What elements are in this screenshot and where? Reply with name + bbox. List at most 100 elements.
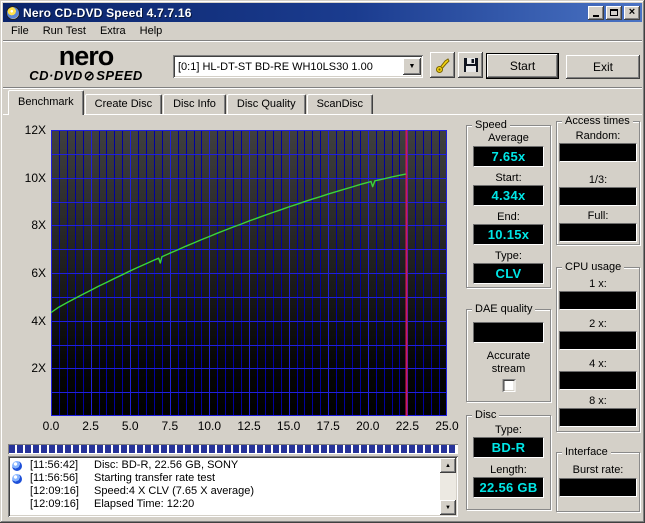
log-time: [11:56:56] [30,472,79,484]
speed-average-label: Average [488,132,529,144]
log-row: [12:09:16] Speed:4 X CLV (7.65 X average… [12,485,456,498]
access-random-label: Random: [575,130,621,142]
save-button[interactable] [458,52,483,78]
nero-logo: nero CD·DVD⊘SPEED [11,43,161,83]
app-window: Nero CD-DVD Speed 4.7.7.16 × File Run Te… [0,0,645,523]
title-bar: Nero CD-DVD Speed 4.7.7.16 × [3,3,642,22]
speed-panel-title: Speed [472,119,510,131]
drive-select-value: [0:1] HL-DT-ST BD-RE WH10LS30 1.00 [178,60,373,73]
cpu-1x-label: 1 x: [589,278,607,290]
x-axis-tick-label: 5.0 [121,419,139,433]
speed-start-display: 4.34x [473,185,544,206]
access-third-display [559,187,637,206]
benchmark-chart: 12X 10X 8X 6X 4X 2X 0.0 2.5 5.0 7.5 10.0 12.5 15.0 1… [0,115,462,445]
disc-type-label: Type: [495,424,522,436]
accurate-stream-label-1: Accurate [486,350,531,362]
speed-panel: Speed Average 7.65x Start: 4.34x End: 10… [466,119,551,288]
menu-help[interactable]: Help [133,23,170,39]
dae-quality-panel-title: DAE quality [472,303,536,315]
log-row: [11:56:56] Starting transfer rate test [12,472,456,485]
access-random-display [559,143,637,162]
disc-type-display: BD-R [473,437,544,458]
burst-rate-display [559,478,637,497]
speed-end-display: 10.15x [473,224,544,245]
info-icon [12,473,22,484]
x-axis-tick-label: 15.0 [276,419,301,433]
transfer-rate-plot [51,130,447,416]
y-axis-tick-label: 12X [24,123,46,137]
accurate-stream-checkbox[interactable] [502,379,515,392]
access-times-panel-title: Access times [562,115,633,127]
tab-strip: Benchmark Create Disc Disc Info Disc Qua… [8,90,374,115]
log-text: Elapsed Time: 12:20 [94,498,195,510]
test-progress-bar [8,444,458,454]
app-disc-icon [6,5,20,20]
x-axis-tick-label: 17.5 [316,419,340,433]
x-axis-tick-label: 22.5 [395,419,420,433]
log-time: [12:09:16] [30,485,79,497]
cd-dvd-speed-logo-text: CD·DVD⊘SPEED [11,69,161,82]
x-axis-tick-label: 2.5 [82,419,99,433]
y-axis-tick-label: 6X [31,266,46,280]
tools-icon [435,58,450,73]
access-full-display [559,223,637,242]
accurate-stream-label-2: stream [491,363,526,375]
interface-panel-title: Interface [562,446,611,458]
y-axis-tick-label: 8X [31,218,46,233]
menu-file[interactable]: File [4,23,36,39]
info-icon [12,460,22,471]
tab-create-disc[interactable]: Create Disc [84,94,163,115]
minimize-button[interactable] [588,5,604,20]
scroll-down-button[interactable]: ▼ [440,500,456,515]
menu-run-test[interactable]: Run Test [36,23,93,39]
tab-scandisc[interactable]: ScanDisc [306,94,374,115]
interface-panel: Interface Burst rate: [556,446,640,512]
minimize-icon [593,15,599,17]
logo-disc-icon: ⊘ [83,68,96,83]
scroll-down-icon: ▼ [445,504,451,511]
close-button[interactable]: × [624,5,640,20]
save-icon [463,58,478,72]
toolbar: nero CD·DVD⊘SPEED [0:1] HL-DT-ST BD-RE W… [3,42,642,87]
cpu-4x-label: 4 x: [589,358,607,370]
log-list[interactable]: [11:56:42] Disc: BD-R, 22.56 GB, SONY [1… [8,456,458,517]
disc-length-display: 22.56 GB [473,477,544,498]
log-scrollbar[interactable]: ▲ ▼ [440,458,456,515]
cpu-8x-display [559,408,637,427]
scroll-up-icon: ▲ [445,462,451,469]
cpu-4x-display [559,371,637,390]
cpu-2x-display [559,331,637,350]
menu-bar: File Run Test Extra Help [3,22,642,40]
log-text: Disc: BD-R, 22.56 GB, SONY [94,459,239,471]
maximize-button[interactable] [606,5,622,20]
drive-select[interactable]: [0:1] HL-DT-ST BD-RE WH10LS30 1.00 ▼ [173,55,423,78]
options-button[interactable] [430,52,455,78]
speed-type-label: Type: [495,250,522,262]
cpu-usage-panel-title: CPU usage [562,261,625,273]
tab-disc-info[interactable]: Disc Info [163,94,226,115]
log-row: [12:09:16] Elapsed Time: 12:20 [12,498,456,511]
window-title: Nero CD-DVD Speed 4.7.7.16 [23,5,192,20]
burst-rate-label: Burst rate: [572,464,624,476]
exit-button[interactable]: Exit [566,55,640,79]
log-text: Starting transfer rate test [94,472,216,484]
y-axis-tick-label: 2X [31,361,46,376]
disc-panel-title: Disc [472,409,500,421]
progress-fill [9,445,457,453]
logo-speed: SPEED [96,68,143,83]
access-times-panel: Access times Random: 1/3: Full: [556,115,640,245]
scroll-up-button[interactable]: ▲ [440,458,456,473]
y-axis-tick-label: 4X [31,313,46,328]
tab-disc-quality[interactable]: Disc Quality [226,94,306,115]
drive-select-dropdown-button[interactable]: ▼ [403,58,421,75]
start-button[interactable]: Start [486,53,559,79]
close-icon: × [628,5,636,18]
x-axis-tick-label: 7.5 [161,419,179,433]
cpu-2x-label: 2 x: [589,318,607,330]
maximize-icon [610,9,618,16]
cpu-8x-label: 8 x: [589,395,607,407]
disc-panel: Disc Type: BD-R Length: 22.56 GB [466,409,551,510]
menu-extra[interactable]: Extra [93,23,133,39]
tab-benchmark[interactable]: Benchmark [8,90,84,115]
x-axis-tick-label: 20.0 [356,419,380,433]
